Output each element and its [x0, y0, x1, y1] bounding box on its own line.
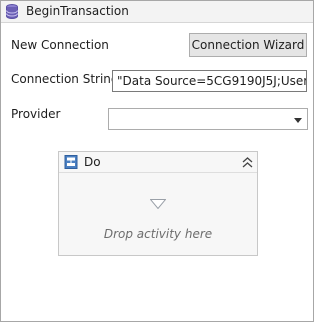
begin-transaction-activity[interactable]: BeginTransaction New Connection Connecti…: [0, 0, 314, 322]
drop-activity-hint[interactable]: Drop activity here: [59, 227, 257, 242]
activity-title: BeginTransaction: [26, 4, 129, 18]
do-title: Do: [84, 155, 101, 169]
sequence-icon: [64, 155, 78, 169]
drop-target-triangle-icon: [150, 199, 166, 209]
connection-string-input[interactable]: "Data Source=5CG9190J5J;User ID=: [112, 70, 307, 92]
connection-wizard-button[interactable]: Connection Wizard: [189, 33, 307, 57]
chevron-down-icon[interactable]: [294, 118, 302, 123]
provider-label: Provider: [11, 107, 61, 121]
collapse-chevron-up-icon[interactable]: [242, 157, 253, 168]
new-connection-label: New Connection: [11, 38, 109, 52]
connection-string-label: Connection String: [11, 72, 119, 86]
do-header[interactable]: Do: [59, 152, 257, 173]
activity-header[interactable]: BeginTransaction: [1, 1, 313, 23]
database-icon: [6, 4, 18, 19]
do-sequence-container[interactable]: Do Drop activity here: [58, 151, 258, 256]
provider-dropdown[interactable]: [108, 108, 308, 130]
